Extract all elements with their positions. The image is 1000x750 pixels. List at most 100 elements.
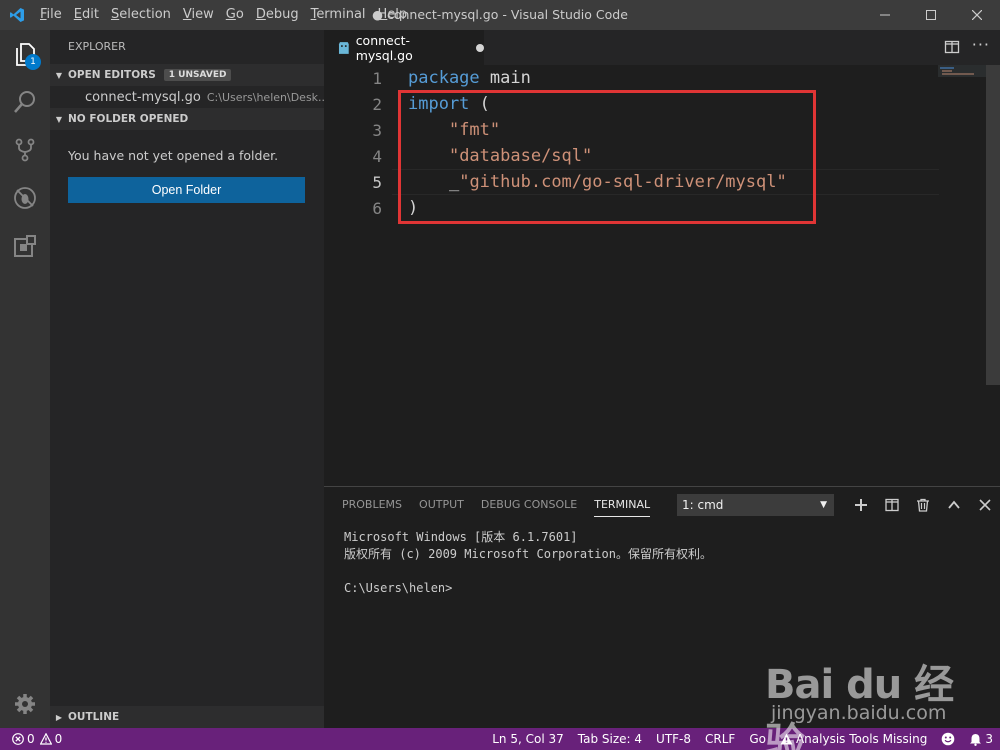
code-editor[interactable]: 1 package main 2 import ( 3 "fmt" 4 "dat… — [324, 65, 1000, 485]
explorer-sidebar: EXPLORER ▼ OPEN EDITORS 1 UNSAVED connec… — [50, 30, 324, 728]
no-folder-message: You have not yet opened a folder. — [68, 148, 279, 163]
tab-debug-console[interactable]: DEBUG CONSOLE — [481, 487, 577, 523]
menu-go[interactable]: Go — [220, 0, 250, 30]
new-terminal-button[interactable] — [845, 495, 876, 515]
terminal-prompt: C:\Users\helen> — [344, 581, 453, 595]
menu-bar: File Edit Selection View Go Debug Termin… — [34, 0, 413, 30]
explorer-badge: 1 — [25, 54, 41, 70]
title-bar: File Edit Selection View Go Debug Termin… — [0, 0, 1000, 30]
open-editors-label: OPEN EDITORS — [68, 69, 156, 81]
tab-output[interactable]: OUTPUT — [419, 487, 464, 523]
open-folder-button[interactable]: Open Folder — [68, 177, 305, 203]
close-icon — [972, 10, 982, 20]
notification-count: 3 — [985, 732, 993, 746]
file-encoding[interactable]: UTF-8 — [649, 728, 698, 750]
analysis-tools-label: Analysis Tools Missing — [795, 732, 928, 746]
close-panel-button[interactable] — [969, 495, 1000, 515]
minimize-button[interactable] — [862, 0, 908, 30]
split-icon — [884, 498, 899, 512]
end-of-line[interactable]: CRLF — [698, 728, 742, 750]
chevron-up-icon — [947, 500, 960, 509]
terminal-line: 版权所有 (c) 2009 Microsoft Corporation。保留所有… — [344, 547, 712, 561]
chevron-down-icon: ▼ — [55, 114, 63, 124]
no-folder-header[interactable]: ▼ NO FOLDER OPENED — [50, 108, 324, 130]
chevron-down-icon: ▼ — [820, 500, 827, 510]
terminal-select[interactable]: 1: cmd ▼ — [677, 494, 834, 516]
tab-problems[interactable]: PROBLEMS — [342, 487, 402, 523]
warning-icon — [39, 733, 52, 745]
extensions-icon — [14, 235, 36, 257]
menu-help[interactable]: Help — [372, 0, 414, 30]
editor-tab-label: connect-mysql.go — [355, 32, 413, 63]
activity-extensions[interactable] — [0, 222, 50, 270]
chevron-right-icon: ▶ — [55, 712, 63, 722]
menu-file[interactable]: File — [34, 0, 68, 30]
open-editor-path: C:\Users\helen\Desk... — [206, 90, 324, 104]
editor-tab[interactable]: connect-mysql.go — [324, 30, 484, 65]
outline-header[interactable]: ▶ OUTLINE — [50, 706, 324, 728]
close-icon — [978, 499, 991, 511]
tab-size[interactable]: Tab Size: 4 — [571, 728, 649, 750]
line-number: 5 — [372, 172, 382, 192]
sidebar-title: EXPLORER — [68, 40, 126, 53]
panel-tabs: PROBLEMS OUTPUT DEBUG CONSOLE TERMINAL — [342, 487, 667, 523]
warning-icon — [780, 733, 793, 745]
close-window-button[interactable] — [954, 0, 1000, 30]
terminal-line: Microsoft Windows [版本 6.1.7601] — [344, 530, 578, 544]
error-icon — [12, 733, 24, 745]
error-count: 0 — [27, 732, 35, 746]
outline-label: OUTLINE — [68, 711, 120, 723]
plus-icon — [854, 499, 867, 511]
gear-icon — [15, 694, 35, 714]
no-folder-label: NO FOLDER OPENED — [68, 113, 189, 125]
menu-debug[interactable]: Debug — [250, 0, 305, 30]
menu-edit[interactable]: Edit — [68, 0, 105, 30]
editor-scrollbar[interactable] — [986, 65, 1000, 485]
tab-terminal[interactable]: TERMINAL — [594, 487, 651, 517]
line-number: 1 — [372, 68, 382, 88]
line-number: 6 — [372, 198, 382, 218]
line-number: 3 — [372, 120, 382, 140]
activity-search[interactable] — [0, 78, 50, 126]
language-mode[interactable]: Go — [742, 728, 773, 750]
trash-icon — [916, 498, 929, 512]
terminal-output[interactable]: Microsoft Windows [版本 6.1.7601] 版权所有 (c) … — [344, 529, 712, 597]
problems-status[interactable]: 0 0 — [10, 728, 69, 750]
activity-manage[interactable] — [0, 680, 50, 728]
activity-explorer[interactable]: 1 — [0, 30, 50, 78]
debug-icon — [14, 187, 36, 209]
scrollbar-thumb[interactable] — [986, 65, 1000, 385]
analysis-tools-status[interactable]: Analysis Tools Missing — [773, 728, 934, 750]
minimize-icon — [880, 14, 890, 16]
smiley-icon — [942, 732, 955, 746]
bottom-panel: PROBLEMS OUTPUT DEBUG CONSOLE TERMINAL 1… — [324, 486, 1000, 728]
code-line: 1 package main — [324, 65, 939, 91]
activity-source-control[interactable] — [0, 126, 50, 174]
import-block-highlight — [398, 90, 816, 224]
unsaved-dot-icon[interactable] — [476, 43, 484, 52]
maximize-button[interactable] — [908, 0, 954, 30]
maximize-panel-button[interactable] — [938, 495, 969, 515]
more-actions-icon[interactable]: ··· — [972, 37, 990, 53]
line-number: 4 — [372, 146, 382, 166]
split-terminal-button[interactable] — [876, 495, 907, 515]
chevron-down-icon: ▼ — [55, 70, 63, 80]
terminal-select-value: 1: cmd — [682, 498, 724, 512]
menu-terminal[interactable]: Terminal — [305, 0, 372, 30]
vscode-logo-icon — [0, 0, 34, 30]
cursor-position[interactable]: Ln 5, Col 37 — [485, 728, 571, 750]
open-editor-item[interactable]: connect-mysql.go C:\Users\helen\Desk... — [50, 86, 324, 108]
menu-view[interactable]: View — [177, 0, 220, 30]
kill-terminal-button[interactable] — [907, 495, 938, 515]
notifications-button[interactable]: 3 — [962, 728, 1000, 750]
open-editors-header[interactable]: ▼ OPEN EDITORS 1 UNSAVED — [50, 64, 324, 86]
split-editor-icon[interactable] — [944, 39, 960, 55]
unsaved-badge: 1 UNSAVED — [163, 69, 232, 81]
menu-selection[interactable]: Selection — [105, 0, 177, 30]
activity-debug[interactable] — [0, 174, 50, 222]
feedback-button[interactable] — [934, 732, 962, 746]
activity-bar: 1 — [0, 30, 50, 728]
minimap[interactable] — [938, 65, 986, 485]
keyword: package — [408, 68, 480, 88]
bell-icon — [970, 733, 982, 746]
